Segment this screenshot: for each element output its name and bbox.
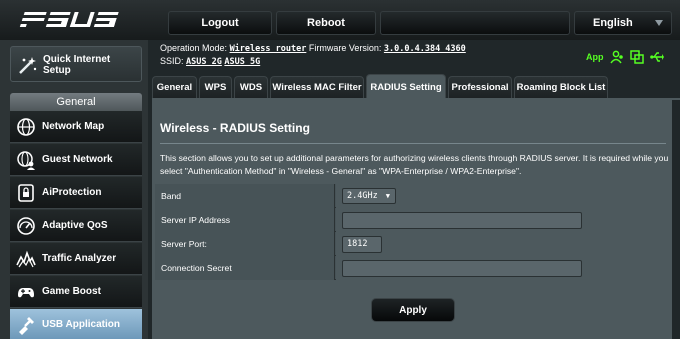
server-ip-input[interactable] xyxy=(342,212,582,229)
sidebar-item-label: Guest Network xyxy=(42,154,113,165)
language-select[interactable]: English xyxy=(574,11,672,35)
sidebar-item-label: Game Boost xyxy=(42,286,101,297)
general-section-header: General xyxy=(10,93,142,111)
quick-internet-setup-label: Quick Internet Setup xyxy=(43,54,111,76)
tab-wds[interactable]: WDS xyxy=(234,76,268,98)
graph-icon xyxy=(16,250,36,268)
server-ip-value-cell xyxy=(336,208,670,232)
ssid-line: SSID: ASUS_2G ASUS_5G xyxy=(160,56,260,67)
operation-mode-link[interactable]: Wireless router xyxy=(230,44,307,54)
asus-logo xyxy=(19,12,119,27)
language-label: English xyxy=(593,17,633,29)
tab-radius-setting[interactable]: RADIUS Setting xyxy=(366,74,446,100)
operation-mode-label: Operation Mode: xyxy=(160,43,228,53)
band-select-value: 2.4GHz xyxy=(347,191,378,201)
apply-button[interactable]: Apply xyxy=(371,298,455,322)
server-port-input[interactable]: 1812 xyxy=(342,236,382,253)
sidebar-item-label: Network Map xyxy=(42,121,105,132)
top-bar: Logout Reboot English xyxy=(0,0,680,40)
page-description: This section allows you to set up additi… xyxy=(160,153,669,176)
usb-icon xyxy=(19,317,34,335)
sidebar-item-label: Traffic Analyzer xyxy=(42,253,117,264)
lock-icon xyxy=(18,184,34,202)
status-strip: Operation Mode: Wireless router Firmware… xyxy=(152,40,680,74)
band-label: Band xyxy=(155,184,335,208)
topbar-spacer xyxy=(380,11,570,35)
server-ip-label: Server IP Address xyxy=(155,208,335,232)
sidebar-item-label: USB Application xyxy=(42,319,120,330)
band-select[interactable]: 2.4GHz ▼ xyxy=(342,188,396,204)
globe-icon xyxy=(17,118,35,136)
radius-settings-table: Band 2.4GHz ▼ Server IP Address Server P… xyxy=(155,184,670,280)
server-port-label: Server Port: xyxy=(155,232,335,256)
sidebar-item-network-map[interactable]: Network Map xyxy=(10,111,142,143)
ssid-5g-link[interactable]: ASUS_5G xyxy=(224,57,260,67)
ssid-label: SSID: xyxy=(160,56,184,66)
connection-secret-label: Connection Secret xyxy=(155,256,335,280)
usb-status-icon[interactable] xyxy=(650,50,664,64)
tab-roaming-block-list[interactable]: Roaming Block List xyxy=(514,76,608,98)
form-row-server-ip: Server IP Address xyxy=(155,208,670,232)
sidebar-item-guest-network[interactable]: Guest Network xyxy=(10,144,142,176)
globe-people-icon xyxy=(17,151,35,170)
ssid-2g-link[interactable]: ASUS_2G xyxy=(186,57,222,67)
tab-general[interactable]: General xyxy=(152,76,197,98)
logout-button[interactable]: Logout xyxy=(168,11,272,35)
connection-secret-input[interactable] xyxy=(342,260,582,277)
band-value-cell: 2.4GHz ▼ xyxy=(336,184,670,208)
sidebar-item-traffic-analyzer[interactable]: Traffic Analyzer xyxy=(10,243,142,275)
server-port-value-cell: 1812 xyxy=(336,232,670,256)
title-divider xyxy=(160,143,666,144)
gauge-icon xyxy=(17,217,35,235)
tab-wps[interactable]: WPS xyxy=(199,76,232,98)
sidebar-item-adaptive-qos[interactable]: Adaptive QoS xyxy=(10,210,142,242)
clients-status-icon[interactable] xyxy=(610,50,624,64)
operation-mode-line: Operation Mode: Wireless router Firmware… xyxy=(160,43,466,54)
firmware-link[interactable]: 3.0.0.4.384_4360 xyxy=(384,44,466,54)
firmware-label: Firmware Version: xyxy=(308,43,382,53)
tab-wireless-mac-filter[interactable]: Wireless MAC Filter xyxy=(270,76,364,98)
reboot-button[interactable]: Reboot xyxy=(276,11,376,35)
chevron-down-icon: ▼ xyxy=(385,192,390,200)
connection-secret-value-cell xyxy=(336,256,670,280)
sidebar-item-usb-application[interactable]: USB Application xyxy=(10,309,142,339)
form-row-connection-secret: Connection Secret xyxy=(155,256,670,280)
wand-icon xyxy=(19,57,37,74)
copy-status-icon[interactable] xyxy=(630,50,644,64)
gamepad-icon xyxy=(18,288,34,298)
app-link[interactable]: App xyxy=(586,52,604,62)
sidebar-item-game-boost[interactable]: Game Boost xyxy=(10,276,142,308)
quick-internet-setup-button[interactable]: Quick Internet Setup xyxy=(10,46,142,82)
chevron-down-icon xyxy=(655,20,663,26)
sidebar-item-label: AiProtection xyxy=(42,187,102,198)
tab-professional[interactable]: Professional xyxy=(448,76,512,98)
sidebar-item-label: Adaptive QoS xyxy=(42,220,108,231)
sidebar-item-aiprotection[interactable]: AiProtection xyxy=(10,177,142,209)
form-row-band: Band 2.4GHz ▼ xyxy=(155,184,670,208)
sidebar: Quick Internet Setup General Network Map… xyxy=(0,40,148,339)
page-title: Wireless - RADIUS Setting xyxy=(160,121,310,135)
form-row-server-port: Server Port: 1812 xyxy=(155,232,670,256)
main-panel: Wireless - RADIUS Setting This section a… xyxy=(152,100,672,339)
